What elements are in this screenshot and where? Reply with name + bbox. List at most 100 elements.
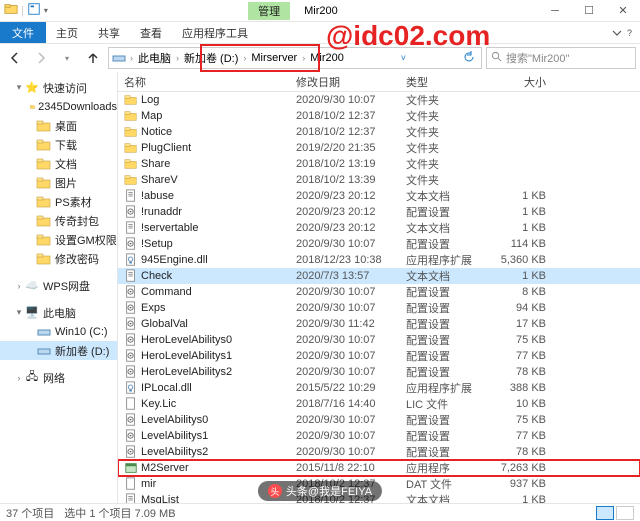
file-type: 配置设置 (406, 236, 486, 252)
ribbon-expand-icon[interactable]: ? (603, 22, 640, 43)
tree-item[interactable]: 桌面 (0, 116, 117, 135)
tree-item[interactable]: 文档 (0, 154, 117, 173)
file-row[interactable]: Map2018/10/2 12:37文件夹 (118, 108, 640, 124)
txt-icon (124, 269, 138, 283)
file-row[interactable]: !Setup2020/9/30 10:07配置设置114 KB (118, 236, 640, 252)
file-row[interactable]: Share2018/10/2 13:19文件夹 (118, 156, 640, 172)
file-date: 2018/7/16 14:40 (296, 398, 406, 410)
file-row[interactable]: GlobalVal2020/9/30 11:42配置设置17 KB (118, 316, 640, 332)
col-size[interactable]: 大小 (486, 74, 566, 90)
file-row[interactable]: Notice2018/10/2 12:37文件夹 (118, 124, 640, 140)
crumb-mirserver[interactable]: Mirserver (247, 52, 301, 64)
up-button[interactable] (82, 47, 104, 69)
minimize-button[interactable]: ─ (538, 0, 572, 22)
navigation-bar: ▾ › 此电脑 › 新加卷 (D:) › Mirserver › Mir200 … (0, 44, 640, 72)
ini-icon (124, 445, 138, 459)
file-list[interactable]: Log2020/9/30 10:07文件夹Map2018/10/2 12:37文… (118, 92, 640, 503)
tab-file[interactable]: 文件 (0, 22, 46, 43)
file-date: 2020/7/3 13:57 (296, 270, 406, 282)
tree-item[interactable]: Win10 (C:) (0, 322, 117, 341)
file-row[interactable]: M2Server2015/11/8 22:10应用程序7,263 KB (118, 460, 640, 476)
navigation-pane[interactable]: ▾⭐快速访问 2345Downloads桌面下载文档图片PS素材传奇封包设置GM… (0, 72, 118, 503)
file-type: DAT 文件 (406, 476, 486, 492)
tree-item[interactable]: PS素材 (0, 192, 117, 211)
tab-app-tools[interactable]: 应用程序工具 (172, 22, 258, 43)
folder-icon (36, 156, 52, 172)
file-type: 配置设置 (406, 204, 486, 220)
file-row[interactable]: HeroLevelAbilitys12020/9/30 10:07配置设置77 … (118, 348, 640, 364)
recent-dropdown[interactable]: ▾ (56, 47, 78, 69)
quick-access-toolbar: | ▾ (0, 2, 52, 19)
file-name: Exps (141, 302, 165, 314)
file-date: 2020/9/23 20:12 (296, 190, 406, 202)
col-date[interactable]: 修改日期 (296, 74, 406, 90)
tab-home[interactable]: 主页 (46, 22, 88, 43)
col-name[interactable]: 名称 (118, 74, 296, 90)
forward-button[interactable] (30, 47, 52, 69)
tab-share[interactable]: 共享 (88, 22, 130, 43)
file-name: !Setup (141, 238, 173, 250)
crumb-drive[interactable]: 新加卷 (D:) (180, 50, 242, 66)
tree-item[interactable]: 新加卷 (D:) (0, 341, 117, 360)
icons-view-button[interactable] (616, 506, 634, 520)
details-view-button[interactable] (596, 506, 614, 520)
txt-icon (124, 189, 138, 203)
file-type: 文件夹 (406, 172, 486, 188)
file-row[interactable]: Exps2020/9/30 10:07配置设置94 KB (118, 300, 640, 316)
file-name: ShareV (141, 174, 178, 186)
file-row[interactable]: LevelAbilitys22020/9/30 10:07配置设置78 KB (118, 444, 640, 460)
tab-view[interactable]: 查看 (130, 22, 172, 43)
ini-icon (124, 349, 138, 363)
tree-quick-access[interactable]: ▾⭐快速访问 (0, 78, 117, 97)
search-box[interactable]: 搜索"Mir200" (486, 47, 636, 69)
file-row[interactable]: !runaddr2020/9/23 20:12配置设置1 KB (118, 204, 640, 220)
file-row[interactable]: HeroLevelAbilitys02020/9/30 10:07配置设置75 … (118, 332, 640, 348)
file-date: 2020/9/30 10:07 (296, 350, 406, 362)
txt-icon (124, 221, 138, 235)
properties-icon[interactable] (27, 2, 41, 19)
view-switcher (596, 506, 634, 520)
col-type[interactable]: 类型 (406, 74, 486, 90)
tree-item[interactable]: 图片 (0, 173, 117, 192)
file-row[interactable]: ShareV2018/10/2 13:39文件夹 (118, 172, 640, 188)
crumb-pc[interactable]: 此电脑 (134, 50, 175, 66)
maximize-button[interactable]: ☐ (572, 0, 606, 22)
star-icon: ⭐ (24, 80, 40, 96)
file-row[interactable]: IPLocal.dll2015/5/22 10:29应用程序扩展388 KB (118, 380, 640, 396)
file-row[interactable]: !abuse2020/9/23 20:12文本文档1 KB (118, 188, 640, 204)
folder-icon (124, 125, 138, 139)
tree-network[interactable]: ›🖧网络 (0, 368, 117, 387)
file-type: 配置设置 (406, 300, 486, 316)
tree-item[interactable]: 2345Downloads (0, 97, 117, 116)
crumb-mir200[interactable]: Mir200 (306, 52, 348, 64)
tree-wps[interactable]: ›☁️WPS网盘 (0, 276, 117, 295)
file-row[interactable]: Command2020/9/30 10:07配置设置8 KB (118, 284, 640, 300)
window-title: Mir200 (300, 5, 342, 17)
column-headers[interactable]: 名称 修改日期 类型 大小 (118, 72, 640, 92)
tree-item[interactable]: 修改密码 (0, 249, 117, 268)
file-row[interactable]: PlugClient2019/2/20 21:35文件夹 (118, 140, 640, 156)
file-row[interactable]: Key.Lic2018/7/16 14:40LIC 文件10 KB (118, 396, 640, 412)
qat-dropdown-icon[interactable]: ▾ (44, 6, 48, 15)
dat-icon (124, 477, 138, 491)
file-row[interactable]: LevelAbilitys12020/9/30 10:07配置设置77 KB (118, 428, 640, 444)
tree-this-pc[interactable]: ▾🖥️此电脑 (0, 303, 117, 322)
tree-item[interactable]: 传奇封包 (0, 211, 117, 230)
refresh-icon[interactable] (459, 51, 479, 66)
status-selection: 选中 1 个项目 7.09 MB (64, 505, 175, 521)
file-row[interactable]: !servertable2020/9/23 20:12文本文档1 KB (118, 220, 640, 236)
tree-item[interactable]: 下载 (0, 135, 117, 154)
file-row[interactable]: HeroLevelAbilitys22020/9/30 10:07配置设置78 … (118, 364, 640, 380)
file-row[interactable]: LevelAbilitys02020/9/30 10:07配置设置75 KB (118, 412, 640, 428)
back-button[interactable] (4, 47, 26, 69)
file-row[interactable]: Log2020/9/30 10:07文件夹 (118, 92, 640, 108)
address-bar[interactable]: › 此电脑 › 新加卷 (D:) › Mirserver › Mir200 ˅ (108, 47, 482, 69)
file-row[interactable]: Check2020/7/3 13:57文本文档1 KB (118, 268, 640, 284)
file-date: 2020/9/30 10:07 (296, 414, 406, 426)
address-dropdown-icon[interactable]: ˅ (397, 53, 410, 63)
close-button[interactable]: ✕ (606, 0, 640, 22)
file-size: 1 KB (486, 206, 566, 218)
file-row[interactable]: 945Engine.dll2018/12/23 10:38应用程序扩展5,360… (118, 252, 640, 268)
tree-item[interactable]: 设置GM权限 (0, 230, 117, 249)
file-name: LevelAbilitys1 (141, 430, 208, 442)
